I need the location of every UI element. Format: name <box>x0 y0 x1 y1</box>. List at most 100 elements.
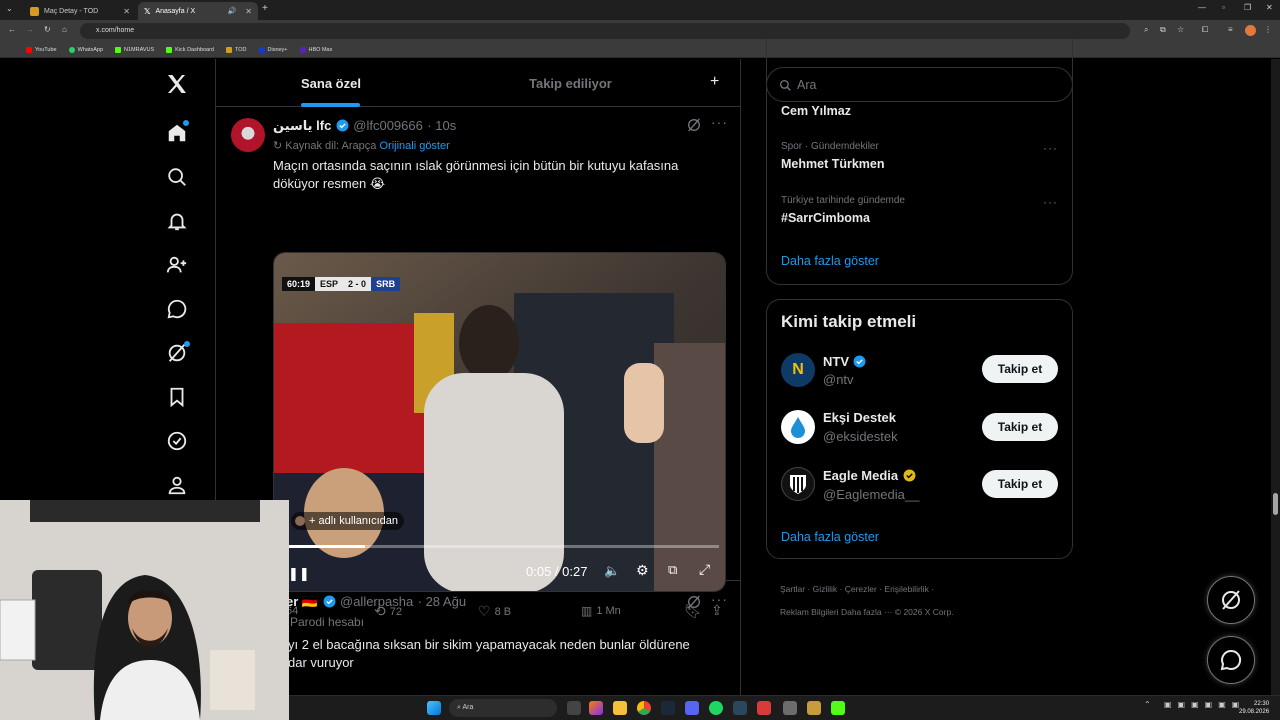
explore-icon[interactable] <box>164 164 190 190</box>
minimize-icon[interactable]: — <box>1198 3 1206 12</box>
follow-icon[interactable] <box>164 252 190 278</box>
tab-x-home[interactable]: 𝕏 Anasayfa / X 🔊 ✕ <box>138 2 258 20</box>
tweet[interactable]: ياسين lfc @lfc009666 · 10s ··· ↻ Kaynak … <box>216 108 740 619</box>
windows-start-icon[interactable] <box>427 701 441 715</box>
tab-mac-detay[interactable]: Maç Detay - TOD ✕ <box>24 2 136 20</box>
reload-icon[interactable]: ↻ <box>44 25 51 34</box>
bookmark-whatsapp[interactable]: WhatsApp <box>68 46 103 53</box>
tray-icons[interactable]: ▣▣▣▣▣▣ <box>1164 700 1245 709</box>
tray-chevron-icon[interactable]: ⌃ <box>1144 700 1151 709</box>
grok-icon[interactable] <box>686 594 702 615</box>
eksi-avatar[interactable] <box>781 410 815 444</box>
scrollbar-thumb[interactable] <box>1273 493 1278 515</box>
video-progress-track[interactable] <box>282 545 719 548</box>
account-name[interactable]: Ekşi Destek <box>823 410 896 425</box>
spotify-icon[interactable] <box>709 701 723 715</box>
author-handle[interactable]: @allerpasha <box>340 594 413 609</box>
who-to-follow-show-more[interactable]: Daha fazla göster <box>781 530 879 544</box>
follow-button[interactable]: Takip et <box>982 470 1058 498</box>
menu-icon[interactable]: ⋮ <box>1264 25 1272 34</box>
app-icon[interactable] <box>757 701 771 715</box>
cast-icon[interactable]: ⧉ <box>1160 25 1166 35</box>
obs-icon[interactable] <box>783 701 797 715</box>
messages-icon[interactable] <box>164 296 190 322</box>
grok-icon[interactable] <box>164 340 190 366</box>
new-tab-icon[interactable]: + <box>262 3 268 14</box>
tweet-video[interactable]: 60:19 ESP 2 - 0 SRB + adlı kullanıcıdan … <box>273 252 726 592</box>
tweet-time[interactable]: · 28 Ağu <box>418 594 466 609</box>
verified-icon[interactable] <box>164 428 190 454</box>
bookmark-star-icon[interactable]: ☆ <box>1177 25 1184 34</box>
close-tab-icon[interactable]: ✕ <box>123 7 130 16</box>
show-original-link[interactable]: Orijinali göster <box>379 140 449 152</box>
bookmark-tod[interactable]: TOD <box>225 46 247 53</box>
task-view-icon[interactable] <box>567 701 581 715</box>
terms-link[interactable]: Şartlar <box>780 584 805 594</box>
copilot-icon[interactable] <box>589 701 603 715</box>
ntv-avatar[interactable]: N <box>781 353 815 387</box>
more-options-icon[interactable]: ··· <box>711 114 728 130</box>
league-icon[interactable] <box>807 701 821 715</box>
bookmark-disney[interactable]: Disney+ <box>258 46 288 53</box>
pause-icon[interactable]: ❚❚ <box>288 566 310 582</box>
bookmarks-icon[interactable] <box>164 384 190 410</box>
cookies-link[interactable]: Çerezler <box>845 584 877 594</box>
trend-more-icon[interactable]: ··· <box>1043 195 1058 209</box>
more-options-icon[interactable]: ··· <box>711 591 728 607</box>
home-icon[interactable]: ⌂ <box>62 25 67 34</box>
footer-more-link[interactable]: Daha fazla ··· <box>841 607 893 617</box>
media-icon[interactable]: ≡ <box>1228 25 1233 34</box>
x-logo-icon[interactable] <box>164 71 190 97</box>
tweet[interactable]: er 🇩🇪 @allerpasha · 28 Ağu ··· Parodi he… <box>216 582 740 695</box>
notifications-icon[interactable] <box>164 208 190 234</box>
follow-button[interactable]: Takip et <box>982 355 1058 383</box>
restore-icon[interactable]: ❐ <box>1244 3 1251 12</box>
trend-name[interactable]: Mehmet Türkmen <box>781 157 885 171</box>
audio-icon[interactable]: 🔊 <box>228 7 237 15</box>
add-tab-icon[interactable]: + <box>710 73 719 91</box>
account-name[interactable]: Eagle Media <box>823 468 898 483</box>
page-scrollbar[interactable] <box>1271 59 1280 695</box>
close-window-icon[interactable]: ✕ <box>1266 3 1273 12</box>
back-icon[interactable]: ← <box>8 25 16 34</box>
bookmark-youtube[interactable]: YouTube <box>26 46 57 53</box>
grok-fab[interactable] <box>1207 576 1255 624</box>
accessibility-link[interactable]: Erişilebilirlik <box>884 584 928 594</box>
follow-button[interactable]: Takip et <box>982 413 1058 441</box>
author-name[interactable]: ياسين lfc <box>273 118 331 133</box>
tweet-time[interactable]: · 10s <box>427 118 456 133</box>
forward-icon[interactable]: → <box>26 25 34 34</box>
home-icon[interactable] <box>164 120 190 146</box>
account-name[interactable]: NTV <box>823 354 849 369</box>
extensions-icon[interactable]: ⧠ <box>1202 25 1208 35</box>
zoom-icon[interactable]: ⌕ <box>1144 25 1148 35</box>
maximize-icon[interactable]: ▫ <box>1222 3 1225 12</box>
pip-icon[interactable]: ⧉ <box>668 562 677 578</box>
chrome-icon[interactable] <box>637 701 651 715</box>
ads-info-link[interactable]: Reklam Bilgileri <box>780 607 839 617</box>
author-name[interactable]: er 🇩🇪 <box>286 594 318 609</box>
bookmark-hbo[interactable]: HBO Max <box>299 46 332 53</box>
kick-icon[interactable] <box>831 701 845 715</box>
volume-icon[interactable]: 🔈 <box>604 563 620 579</box>
profile-icon[interactable] <box>164 472 190 498</box>
tab-search-icon[interactable]: ⌄ <box>6 4 13 13</box>
bookmark-kick-dashboard[interactable]: Kick Dashboard <box>166 46 214 53</box>
profile-avatar-icon[interactable] <box>1245 25 1256 36</box>
clock[interactable]: 22:30 29.08.2026 <box>1239 700 1269 716</box>
trends-show-more[interactable]: Daha fazla göster <box>781 254 879 268</box>
trend-name[interactable]: #SarrCimboma <box>781 211 870 225</box>
taskbar-search[interactable]: ⌕ Ara <box>449 699 557 717</box>
discord-icon[interactable] <box>685 701 699 715</box>
fullscreen-icon[interactable]: ⤢ <box>699 561 710 578</box>
app-icon[interactable] <box>733 701 747 715</box>
bookmark-n1mravus[interactable]: N1MRAVUS <box>115 46 154 53</box>
author-handle[interactable]: @lfc009666 <box>353 118 423 133</box>
steam-icon[interactable] <box>661 701 675 715</box>
trend-name[interactable]: Cem Yılmaz <box>781 104 851 118</box>
close-tab-icon[interactable]: ✕ <box>245 7 252 16</box>
grok-icon[interactable] <box>686 117 702 138</box>
avatar[interactable] <box>231 118 265 152</box>
trend-more-icon[interactable]: ··· <box>1043 141 1058 155</box>
tab-for-you[interactable]: Sana özel <box>301 76 361 91</box>
